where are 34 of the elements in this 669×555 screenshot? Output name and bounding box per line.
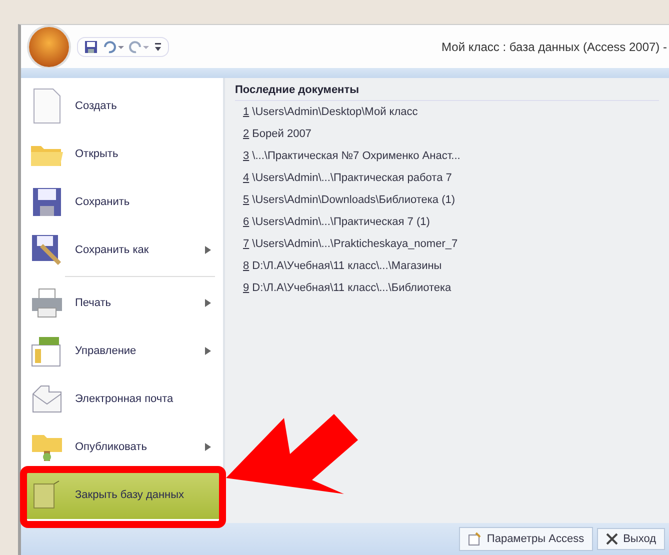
menu-item[interactable]: Сохранить xyxy=(21,178,223,226)
menu-item[interactable]: Сохранить как xyxy=(21,226,223,274)
menu-item[interactable]: Открыть xyxy=(21,130,223,178)
recent-document-link[interactable]: 1 \Users\Admin\Desktop\Мой класс xyxy=(235,100,659,123)
menu-item[interactable]: Опубликовать xyxy=(21,422,223,471)
database-tools-icon xyxy=(31,334,63,367)
printer-icon xyxy=(31,288,63,318)
recent-document-link[interactable]: 8 D:\Л.А\Учебная\11 класс\...\Магазины xyxy=(235,254,659,277)
customize-icon[interactable] xyxy=(154,42,162,52)
footer-button[interactable]: Выход xyxy=(597,528,665,550)
recent-document-link[interactable]: 6 \Users\Admin\...\Практическая 7 (1) xyxy=(235,210,659,233)
options-icon xyxy=(468,532,482,546)
document-icon xyxy=(32,480,62,510)
recent-document-link[interactable]: 7 \Users\Admin\...\Prakticheskaya_nomer_7 xyxy=(235,232,659,255)
undo-icon[interactable] xyxy=(102,40,124,54)
window-title: Мой класс : база данных (Access 2007) - xyxy=(442,40,668,54)
envelope-icon xyxy=(31,384,63,414)
recent-document-link[interactable]: 5 \Users\Admin\Downloads\Библиотека (1) xyxy=(235,188,659,211)
recent-document-link[interactable]: 3 \...\Практическая №7 Охрименко Анаст... xyxy=(235,144,659,167)
menu-item[interactable]: Управление xyxy=(21,326,223,375)
floppy-pencil-icon xyxy=(31,234,63,266)
floppy-icon xyxy=(32,186,62,217)
recent-document-link[interactable]: 2 Борей 2007 xyxy=(235,122,659,145)
office-button[interactable] xyxy=(29,26,69,67)
section-heading: Последние документы xyxy=(235,84,659,101)
menu-item[interactable]: Печать xyxy=(21,278,223,327)
menu-item[interactable]: Создать xyxy=(21,82,223,130)
recent-document-link[interactable]: 9 D:\Л.А\Учебная\11 класс\...\Библиотека xyxy=(235,276,659,299)
document-icon xyxy=(32,88,62,124)
recent-document-link[interactable]: 4 \Users\Admin\...\Практическая работа 7 xyxy=(235,166,659,189)
footer-button[interactable]: Параметры Access xyxy=(458,526,594,551)
close-icon xyxy=(606,532,618,545)
menu-item[interactable]: Электронная почта xyxy=(21,374,223,423)
save-icon[interactable] xyxy=(84,40,98,54)
